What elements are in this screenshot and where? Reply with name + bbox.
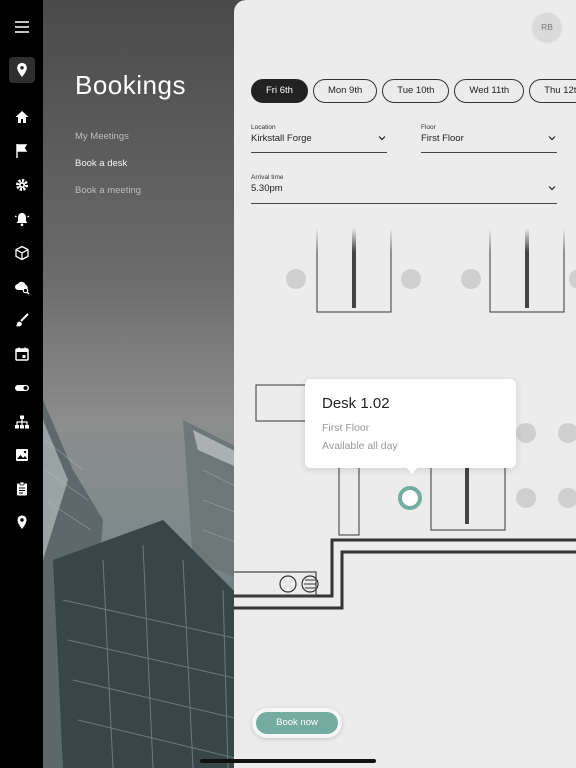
floor-label: Floor bbox=[421, 124, 436, 131]
kitchen-unit bbox=[234, 571, 317, 597]
sidebar-hero: Bookings My Meetings Book a desk Book a … bbox=[43, 0, 243, 768]
wall bbox=[234, 538, 576, 598]
toggle-icon[interactable] bbox=[9, 375, 35, 401]
chevron-down-icon bbox=[378, 136, 386, 141]
location-label: Location bbox=[251, 124, 276, 131]
image-icon[interactable] bbox=[9, 442, 35, 468]
date-selector: Fri 6thMon 9thTue 10thWed 11thThu 12th bbox=[251, 79, 576, 103]
map-pin-icon[interactable] bbox=[9, 57, 35, 83]
date-chip-fri-6[interactable]: Fri 6th bbox=[251, 79, 308, 103]
book-now-label: Book now bbox=[256, 712, 338, 734]
chevron-down-icon bbox=[548, 136, 556, 141]
date-chip-thu-12[interactable]: Thu 12th bbox=[529, 79, 576, 103]
buildings-backdrop-image bbox=[43, 400, 243, 768]
home-indicator bbox=[200, 759, 376, 763]
desk-seat[interactable] bbox=[558, 488, 576, 508]
flag-icon[interactable] bbox=[9, 138, 35, 164]
floor-plan-map[interactable] bbox=[234, 228, 576, 768]
floor-select[interactable]: Floor First Floor bbox=[421, 124, 557, 153]
desk-availability: Available all day bbox=[322, 440, 398, 452]
nav-link-my-meetings[interactable]: My Meetings bbox=[75, 131, 129, 142]
desk-seat[interactable] bbox=[461, 269, 481, 289]
meeting-table bbox=[255, 384, 307, 422]
desk-seat[interactable] bbox=[286, 269, 306, 289]
desk-seat[interactable] bbox=[569, 269, 576, 289]
gear-icon[interactable] bbox=[9, 172, 35, 198]
date-chip-wed-11[interactable]: Wed 11th bbox=[454, 79, 525, 103]
wall bbox=[234, 550, 576, 610]
location-icon[interactable] bbox=[9, 509, 35, 535]
home-icon[interactable] bbox=[9, 104, 35, 130]
nav-rail bbox=[0, 0, 43, 768]
brush-icon[interactable] bbox=[9, 307, 35, 333]
desk-block bbox=[338, 459, 360, 536]
nav-link-book-desk[interactable]: Book a desk bbox=[75, 158, 127, 169]
desk-seat[interactable] bbox=[401, 269, 421, 289]
chevron-down-icon bbox=[548, 186, 556, 191]
org-chart-icon[interactable] bbox=[9, 409, 35, 435]
calendar-icon[interactable] bbox=[9, 341, 35, 367]
bell-alert-icon[interactable] bbox=[9, 206, 35, 232]
sink-icon bbox=[279, 575, 297, 593]
selected-desk-marker[interactable] bbox=[398, 486, 422, 510]
arrival-time-label: Arrival time bbox=[251, 174, 284, 181]
desk-seat[interactable] bbox=[516, 423, 536, 443]
location-select[interactable]: Location Kirkstall Forge bbox=[251, 124, 387, 153]
clipboard-icon[interactable] bbox=[9, 476, 35, 502]
nav-link-book-meeting[interactable]: Book a meeting bbox=[75, 185, 141, 196]
date-chip-tue-10[interactable]: Tue 10th bbox=[382, 79, 450, 103]
menu-icon[interactable] bbox=[9, 14, 35, 40]
desk-seat[interactable] bbox=[516, 488, 536, 508]
cloud-search-icon[interactable] bbox=[9, 274, 35, 300]
arrival-time-select[interactable]: Arrival time 5.30pm bbox=[251, 174, 557, 204]
card-pointer bbox=[405, 466, 419, 474]
desk-title: Desk 1.02 bbox=[322, 395, 390, 412]
desk-seat[interactable] bbox=[558, 423, 576, 443]
desk-floor: First Floor bbox=[322, 422, 370, 434]
avatar[interactable]: RB bbox=[533, 13, 561, 41]
arrival-time-value: 5.30pm bbox=[251, 183, 283, 194]
floor-value: First Floor bbox=[421, 133, 464, 144]
desk-info-card: Desk 1.02 First Floor Available all day bbox=[305, 379, 516, 474]
location-value: Kirkstall Forge bbox=[251, 133, 312, 144]
book-now-button[interactable]: Book now bbox=[252, 708, 342, 738]
booking-panel: RB Fri 6th Mon 9th Tue 10th Wed 11th Thu 12t… bbox=[234, 0, 576, 768]
page-title: Bookings bbox=[75, 70, 186, 100]
date-chip-mon-9[interactable]: Mon 9th bbox=[312, 79, 378, 103]
cube-icon[interactable] bbox=[9, 240, 35, 266]
